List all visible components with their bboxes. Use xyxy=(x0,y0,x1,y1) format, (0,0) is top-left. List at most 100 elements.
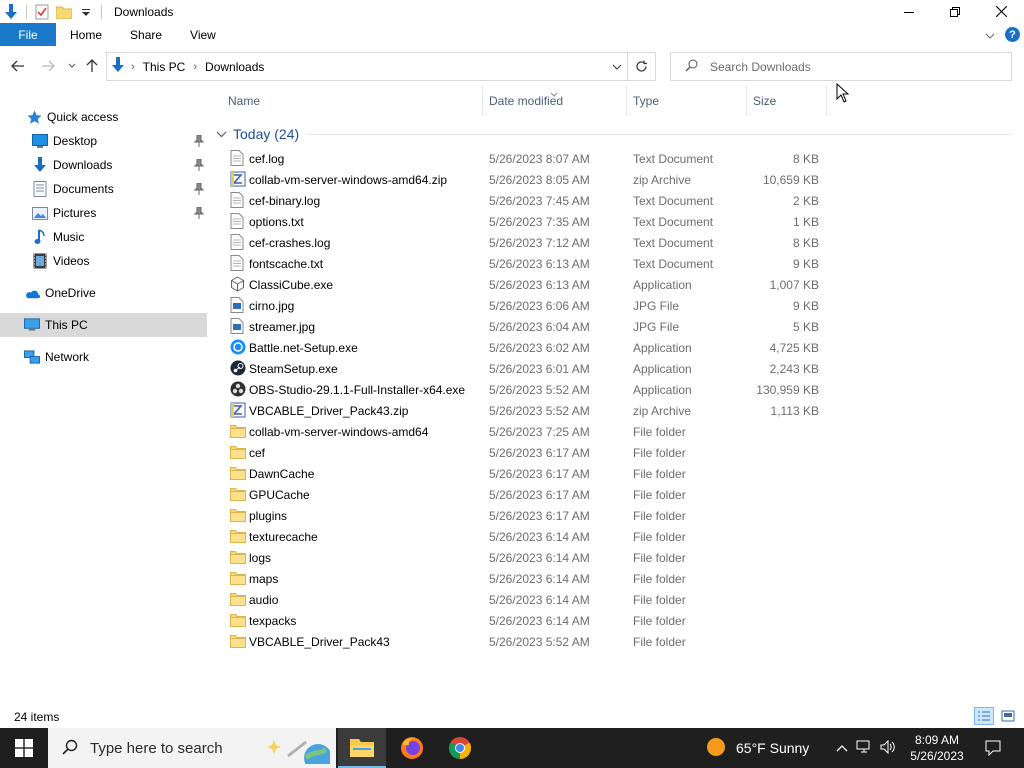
file-name[interactable]: VBCABLE_Driver_Pack43 xyxy=(249,635,390,649)
file-name[interactable]: cef-binary.log xyxy=(249,194,320,208)
sidebar-item-quick-access[interactable]: Quick access xyxy=(26,105,118,129)
file-row[interactable]: cef 5/26/2023 6:17 AM File folder xyxy=(212,442,1024,463)
file-name[interactable]: cef.log xyxy=(249,152,284,166)
column-divider[interactable] xyxy=(746,86,747,116)
chevron-right-icon[interactable]: › xyxy=(131,61,135,73)
file-name[interactable]: plugins xyxy=(249,509,287,523)
file-name[interactable]: options.txt xyxy=(249,215,304,229)
recent-locations-button[interactable] xyxy=(62,56,82,76)
details-view-button[interactable] xyxy=(974,707,994,725)
pin-icon[interactable] xyxy=(193,206,205,219)
sidebar-item-network[interactable]: Network xyxy=(24,345,89,369)
file-row[interactable]: audio 5/26/2023 6:14 AM File folder xyxy=(212,589,1024,610)
file-row[interactable]: Battle.net-Setup.exe 5/26/2023 6:02 AM App… xyxy=(212,337,1024,358)
file-name[interactable]: cef-crashes.log xyxy=(249,236,330,250)
file-row[interactable]: VBCABLE_Driver_Pack43.zip 5/26/2023 5:52 … xyxy=(212,400,1024,421)
address-bar[interactable]: › This PC › Downloads xyxy=(106,52,656,81)
minimize-button[interactable] xyxy=(886,0,932,23)
file-row[interactable]: VBCABLE_Driver_Pack43 5/26/2023 5:52 AM Fi… xyxy=(212,631,1024,652)
properties-icon[interactable] xyxy=(33,3,51,21)
help-button[interactable]: ? xyxy=(1005,27,1020,42)
notification-center-button[interactable] xyxy=(978,728,1008,768)
sidebar-item-documents[interactable]: Documents xyxy=(32,177,114,201)
start-button[interactable] xyxy=(0,728,48,768)
large-icons-view-button[interactable] xyxy=(998,707,1018,725)
maximize-button[interactable] xyxy=(932,0,978,23)
column-divider[interactable] xyxy=(626,86,627,116)
file-name[interactable]: OBS-Studio-29.1.1-Full-Installer-x64.exe xyxy=(249,383,465,397)
clock[interactable]: 8:09 AM 5/26/2023 xyxy=(900,732,974,764)
group-header-today[interactable]: Today (24) xyxy=(216,124,1016,144)
pin-icon[interactable] xyxy=(193,134,205,147)
file-row[interactable]: maps 5/26/2023 6:14 AM File folder xyxy=(212,568,1024,589)
file-row[interactable]: cef-binary.log 5/26/2023 7:45 AM Text Docu… xyxy=(212,190,1024,211)
customize-toolbar-icon[interactable] xyxy=(77,3,95,21)
file-name[interactable]: DawnCache xyxy=(249,467,314,481)
sidebar-item-pictures[interactable]: Pictures xyxy=(32,201,96,225)
file-name[interactable]: GPUCache xyxy=(249,488,310,502)
file-row[interactable]: texpacks 5/26/2023 6:14 AM File folder xyxy=(212,610,1024,631)
file-row[interactable]: streamer.jpg 5/26/2023 6:04 AM JPG File 5 K… xyxy=(212,316,1024,337)
file-name[interactable]: texturecache xyxy=(249,530,318,544)
chrome-taskbar-icon[interactable] xyxy=(436,728,484,768)
file-row[interactable]: OBS-Studio-29.1.1-Full-Installer-x64.exe… xyxy=(212,379,1024,400)
file-name[interactable]: texpacks xyxy=(249,614,296,628)
sidebar-item-desktop[interactable]: Desktop xyxy=(32,129,97,153)
file-name[interactable]: collab-vm-server-windows-amd64 xyxy=(249,425,428,439)
file-name[interactable]: fontscache.txt xyxy=(249,257,323,271)
pin-icon[interactable] xyxy=(193,158,205,171)
new-folder-icon[interactable] xyxy=(55,3,73,21)
up-button[interactable] xyxy=(82,56,102,76)
chevron-up-icon[interactable] xyxy=(836,741,848,755)
expand-ribbon-icon[interactable] xyxy=(985,28,995,42)
file-row[interactable]: options.txt 5/26/2023 7:35 AM Text Documen… xyxy=(212,211,1024,232)
file-row[interactable]: cef.log 5/26/2023 8:07 AM Text Document 8 K… xyxy=(212,148,1024,169)
column-divider[interactable] xyxy=(826,86,827,116)
sidebar-item-onedrive[interactable]: OneDrive xyxy=(24,281,96,305)
file-row[interactable]: collab-vm-server-windows-amd64 5/26/2023 … xyxy=(212,421,1024,442)
file-name[interactable]: VBCABLE_Driver_Pack43.zip xyxy=(249,404,408,418)
column-header-name[interactable]: Name xyxy=(228,94,260,108)
file-name[interactable]: logs xyxy=(249,551,271,565)
file-row[interactable]: GPUCache 5/26/2023 6:17 AM File folder xyxy=(212,484,1024,505)
file-name[interactable]: Battle.net-Setup.exe xyxy=(249,341,358,355)
download-arrow-icon[interactable] xyxy=(2,3,20,21)
chevron-right-icon[interactable]: › xyxy=(193,61,197,73)
breadcrumb-this-pc[interactable]: This PC xyxy=(143,60,186,74)
file-row[interactable]: SteamSetup.exe 5/26/2023 6:01 AM Applicati… xyxy=(212,358,1024,379)
search-box[interactable]: Search Downloads xyxy=(670,52,1012,81)
tab-share[interactable]: Share xyxy=(116,23,176,46)
file-name[interactable]: cef xyxy=(249,446,265,460)
file-row[interactable]: cef-crashes.log 5/26/2023 7:12 AM Text Doc… xyxy=(212,232,1024,253)
chevron-down-icon[interactable] xyxy=(216,127,227,141)
file-name[interactable]: streamer.jpg xyxy=(249,320,315,334)
forward-button[interactable] xyxy=(38,56,58,76)
file-name[interactable]: ClassiCube.exe xyxy=(249,278,333,292)
address-dropdown-button[interactable] xyxy=(609,59,625,75)
file-row[interactable]: ClassiCube.exe 5/26/2023 6:13 AM Applicati… xyxy=(212,274,1024,295)
back-button[interactable] xyxy=(8,56,28,76)
file-explorer-taskbar-icon[interactable] xyxy=(338,728,386,768)
sidebar-item-music[interactable]: Music xyxy=(32,225,84,249)
file-name[interactable]: audio xyxy=(249,593,278,607)
tab-home[interactable]: Home xyxy=(56,23,116,46)
file-row[interactable]: fontscache.txt 5/26/2023 6:13 AM Text Docu… xyxy=(212,253,1024,274)
search-highlight-icon[interactable] xyxy=(266,734,332,768)
file-row[interactable]: cirno.jpg 5/26/2023 6:06 AM JPG File 9 KB xyxy=(212,295,1024,316)
file-row[interactable]: texturecache 5/26/2023 6:14 AM File folder xyxy=(212,526,1024,547)
file-row[interactable]: DawnCache 5/26/2023 6:17 AM File folder xyxy=(212,463,1024,484)
refresh-button[interactable] xyxy=(627,52,655,81)
file-row[interactable]: plugins 5/26/2023 6:17 AM File folder xyxy=(212,505,1024,526)
column-header-type[interactable]: Type xyxy=(633,94,659,108)
network-status-icon[interactable] xyxy=(856,740,872,757)
column-divider[interactable] xyxy=(482,86,483,116)
taskbar-search[interactable]: Type here to search xyxy=(48,728,336,768)
file-row[interactable]: logs 5/26/2023 6:14 AM File folder xyxy=(212,547,1024,568)
file-name[interactable]: SteamSetup.exe xyxy=(249,362,338,376)
taskbar-search-input[interactable]: Type here to search xyxy=(90,740,223,757)
sidebar-item-downloads[interactable]: Downloads xyxy=(32,153,112,177)
file-row[interactable]: collab-vm-server-windows-amd64.zip 5/26/2… xyxy=(212,169,1024,190)
search-input[interactable]: Search Downloads xyxy=(710,60,811,74)
file-name[interactable]: cirno.jpg xyxy=(249,299,294,313)
weather-widget[interactable]: 65°F Sunny xyxy=(706,728,809,768)
